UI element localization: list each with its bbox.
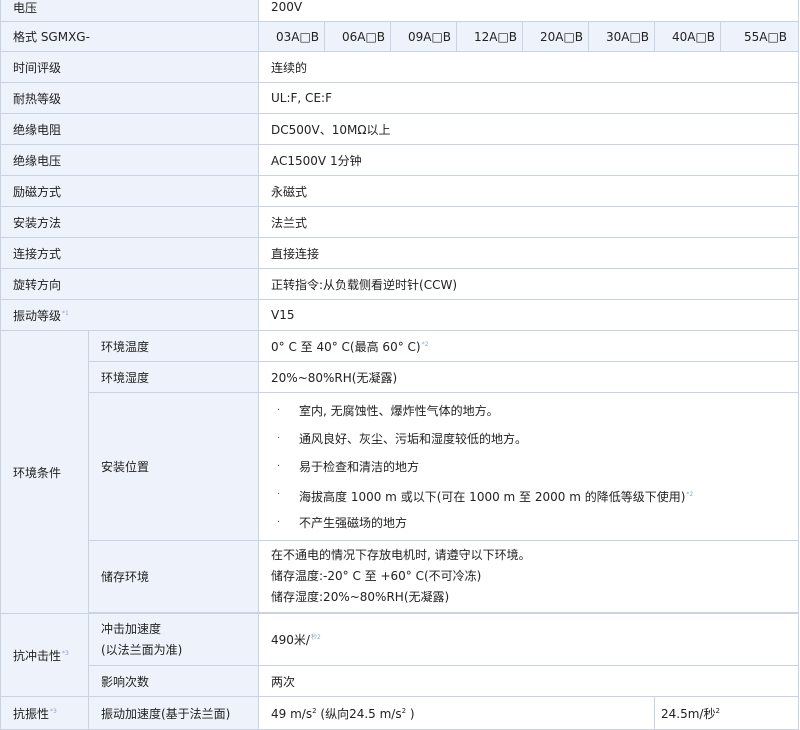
spec-value: 直接连接	[258, 237, 800, 269]
model-variant: 20A□B	[522, 21, 590, 52]
model-variant: 03A□B	[258, 21, 326, 52]
footnote-marker: *3	[50, 707, 57, 715]
model-variant: 06A□B	[324, 21, 392, 52]
env-temperature-row: 环境条件 环境温度 0° C 至 40° C(最高 60° C)*2	[0, 330, 800, 614]
voltage-value: 200V	[258, 0, 800, 22]
bullet-icon: ·	[277, 488, 281, 500]
env-installation-row: 安装位置 · 室内, 无腐蚀性、爆炸性气体的地方。 · 通风良好、灰尘、污垢和湿度较…	[1, 392, 800, 541]
vibration-class-value: V15	[258, 299, 800, 331]
shock-acceleration-label-line2: (以法兰面为准)	[101, 642, 183, 657]
list-item: · 室内, 无腐蚀性、爆炸性气体的地方。	[260, 397, 798, 425]
spec-row: 安装方法 法兰式	[0, 206, 800, 238]
model-variant: 30A□B	[588, 21, 656, 52]
model-label: 格式 SGMXG-	[0, 21, 260, 52]
storage-line: 储存温度:-20° C 至 +60° C(不可冷冻)	[271, 569, 482, 583]
bullet-icon: ·	[277, 516, 281, 528]
shock-acceleration-label-line1: 冲击加速度	[101, 621, 162, 636]
spec-label: 绝缘电压	[0, 144, 260, 176]
env-temperature-value: 0° C 至 40° C(最高 60° C)*2	[258, 330, 800, 362]
footnote-marker: *1	[62, 309, 69, 317]
shock-acceleration-row: 抗冲击性*3 冲击加速度 (以法兰面为准) 490米/秒2	[0, 613, 800, 697]
list-item: · 通风良好、灰尘、污垢和湿度较低的地方。	[260, 425, 798, 453]
env-humidity-label: 环境湿度	[87, 361, 260, 393]
spec-value: AC1500V 1分钟	[258, 144, 800, 176]
voltage-label: 电压	[0, 0, 260, 22]
spec-value: 永磁式	[258, 175, 800, 207]
spec-label: 绝缘电阻	[0, 113, 260, 145]
spec-row: 绝缘电阻 DC500V、10MΩ以上	[0, 113, 800, 145]
model-variant: 40A□B	[654, 21, 722, 52]
spec-value: UL:F, CE:F	[258, 82, 800, 114]
spec-row: 连接方式 直接连接	[0, 237, 800, 269]
model-variant: 09A□B	[390, 21, 458, 52]
env-temperature-label: 环境温度	[87, 330, 260, 362]
spec-label: 励磁方式	[0, 175, 260, 207]
environment-label: 环境条件	[0, 330, 89, 614]
env-installation-value: · 室内, 无腐蚀性、爆炸性气体的地方。 · 通风良好、灰尘、污垢和湿度较低的地方。…	[258, 392, 800, 541]
list-item: · 不产生强磁场的地方	[260, 509, 798, 537]
unit-superscript: 秒2	[310, 634, 321, 641]
shock-count-value: 两次	[258, 665, 800, 697]
spec-value: DC500V、10MΩ以上	[258, 113, 800, 145]
spec-label: 连接方式	[0, 237, 260, 269]
spec-row: 时间评级 连续的	[0, 51, 800, 83]
spec-value: 正转指令:从负载侧看逆时针(CCW)	[258, 268, 800, 300]
env-storage-row: 储存环境 在不通电的情况下存放电机时, 请遵守以下环境。 储存温度:-20° C…	[1, 540, 800, 613]
vibration-class-row: 振动等级*1 V15	[0, 299, 800, 331]
footnote-marker: *2	[686, 490, 694, 498]
model-variant: 55A□B	[720, 21, 800, 52]
model-row: 格式 SGMXG- 03A□B 06A□B 09A□B 12A□B 20A□B …	[0, 21, 800, 52]
spec-table: 电压 200V 格式 SGMXG- 03A□B 06A□B 09A□B 12A□…	[0, 0, 800, 730]
shock-label: 抗冲击性*3	[0, 613, 89, 697]
spec-value: 连续的	[258, 51, 800, 83]
bullet-icon: ·	[277, 460, 281, 472]
shock-acceleration-label: 冲击加速度 (以法兰面为准)	[87, 613, 260, 666]
spec-label: 时间评级	[0, 51, 260, 83]
footnote-marker: *2	[421, 340, 429, 348]
env-humidity-value: 20%~80%RH(无凝露)	[258, 361, 800, 393]
model-variant: 12A□B	[456, 21, 524, 52]
env-installation-label: 安装位置	[87, 392, 260, 541]
spec-row: 旋转方向 正转指令:从负载侧看逆时针(CCW)	[0, 268, 800, 300]
shock-acceleration-value: 490米/秒2	[258, 613, 800, 666]
footnote-marker: *3	[62, 649, 69, 657]
bullet-icon: ·	[277, 404, 281, 416]
spec-label: 安装方法	[0, 206, 260, 238]
env-storage-value: 在不通电的情况下存放电机时, 请遵守以下环境。 储存温度:-20° C 至 +6…	[258, 540, 800, 613]
spec-row: 绝缘电压 AC1500V 1分钟	[0, 144, 800, 176]
list-item: · 海拔高度 1000 m 或以下(可在 1000 m 至 2000 m 的降低等…	[260, 481, 798, 509]
spec-value: 法兰式	[258, 206, 800, 238]
vibration-class-label: 振动等级*1	[0, 299, 260, 331]
installation-list: · 室内, 无腐蚀性、爆炸性气体的地方。 · 通风良好、灰尘、污垢和湿度较低的地方。…	[260, 397, 798, 537]
list-item: · 易于检查和清洁的地方	[260, 453, 798, 481]
shock-count-label: 影响次数	[87, 665, 260, 697]
voltage-row: 电压 200V	[0, 0, 800, 22]
shock-count-row: 影响次数 两次	[1, 665, 800, 697]
storage-line: 在不通电的情况下存放电机时, 请遵守以下环境。	[271, 548, 531, 562]
spec-row: 励磁方式 永磁式	[0, 175, 800, 207]
storage-line: 储存湿度:20%~80%RH(无凝露)	[271, 590, 450, 604]
bullet-icon: ·	[277, 432, 281, 444]
spec-label: 耐热等级	[0, 82, 260, 114]
spec-row: 耐热等级 UL:F, CE:F	[0, 82, 800, 114]
spec-label: 旋转方向	[0, 268, 260, 300]
env-humidity-row: 环境湿度 20%~80%RH(无凝露)	[1, 361, 800, 393]
env-storage-label: 储存环境	[87, 540, 260, 613]
